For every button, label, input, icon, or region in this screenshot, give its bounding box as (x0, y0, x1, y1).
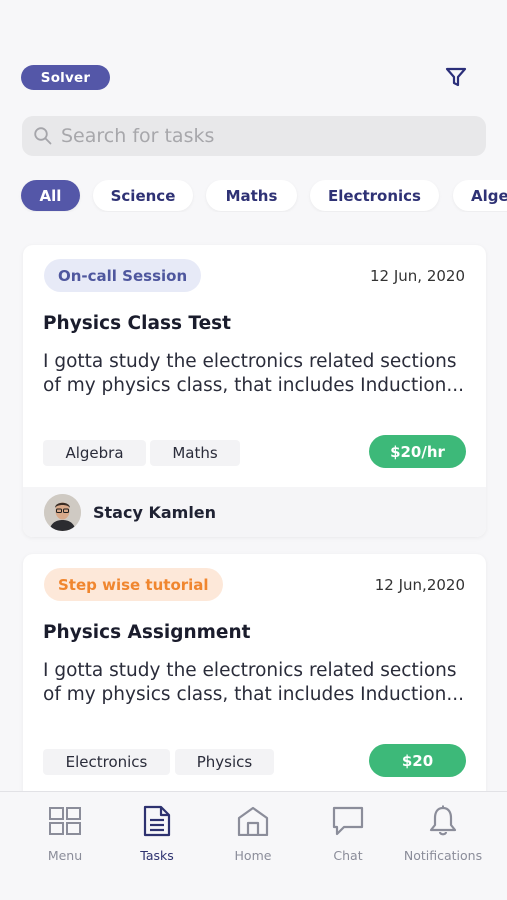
task-type-badge: Step wise tutorial (44, 568, 223, 601)
task-date: 12 Jun, 2020 (369, 267, 465, 285)
author-name: Stacy Kamlen (93, 502, 217, 522)
price-badge: $20/hr (369, 435, 466, 468)
chat-icon (331, 804, 365, 838)
chip-all[interactable]: All (21, 180, 80, 211)
task-tag: Algebra (43, 440, 146, 466)
nav-notifications[interactable]: Notifications (395, 804, 491, 866)
category-chips: All Science Maths Electronics Alge (0, 180, 507, 212)
home-icon (236, 804, 270, 838)
nav-menu[interactable]: Menu (17, 804, 113, 866)
search-icon (32, 125, 54, 147)
task-description: I gotta study the electronics related se… (43, 351, 465, 396)
task-card[interactable]: On-call Session 12 Jun, 2020 Physics Cla… (23, 245, 486, 537)
document-icon (140, 804, 174, 838)
bell-icon (426, 804, 460, 838)
task-tag: Maths (150, 440, 240, 466)
task-date: 12 Jun,2020 (374, 576, 465, 594)
search-input[interactable] (61, 125, 461, 147)
chip-science[interactable]: Science (93, 180, 193, 211)
task-tag: Electronics (43, 749, 170, 775)
bottom-nav: Menu Tasks Home Chat Notifications (0, 791, 507, 900)
price-badge: $20 (369, 744, 466, 777)
grid-icon (48, 804, 82, 838)
avatar (44, 493, 81, 531)
nav-label: Notifications (403, 848, 483, 863)
nav-label: Home (234, 848, 272, 863)
search-bar[interactable] (22, 116, 486, 156)
chip-electronics[interactable]: Electronics (310, 180, 439, 211)
nav-home[interactable]: Home (205, 804, 301, 866)
nav-label: Chat (333, 848, 363, 863)
task-card[interactable]: Step wise tutorial 12 Jun,2020 Physics A… (23, 554, 486, 814)
task-title: Physics Class Test (43, 313, 231, 334)
nav-label: Tasks (140, 848, 174, 863)
role-badge[interactable]: Solver (21, 65, 110, 90)
task-description: I gotta study the electronics related se… (43, 660, 465, 705)
nav-chat[interactable]: Chat (300, 804, 396, 866)
task-tag: Physics (175, 749, 274, 775)
nav-tasks[interactable]: Tasks (109, 804, 205, 866)
nav-label: Menu (47, 848, 83, 863)
filter-button[interactable] (441, 62, 471, 92)
task-type-badge: On-call Session (44, 259, 202, 292)
chip-algebra[interactable]: Alge (453, 180, 507, 211)
filter-icon (445, 67, 467, 87)
task-title: Physics Assignment (43, 622, 251, 643)
author-bar[interactable]: Stacy Kamlen (23, 487, 486, 537)
chip-maths[interactable]: Maths (206, 180, 297, 211)
